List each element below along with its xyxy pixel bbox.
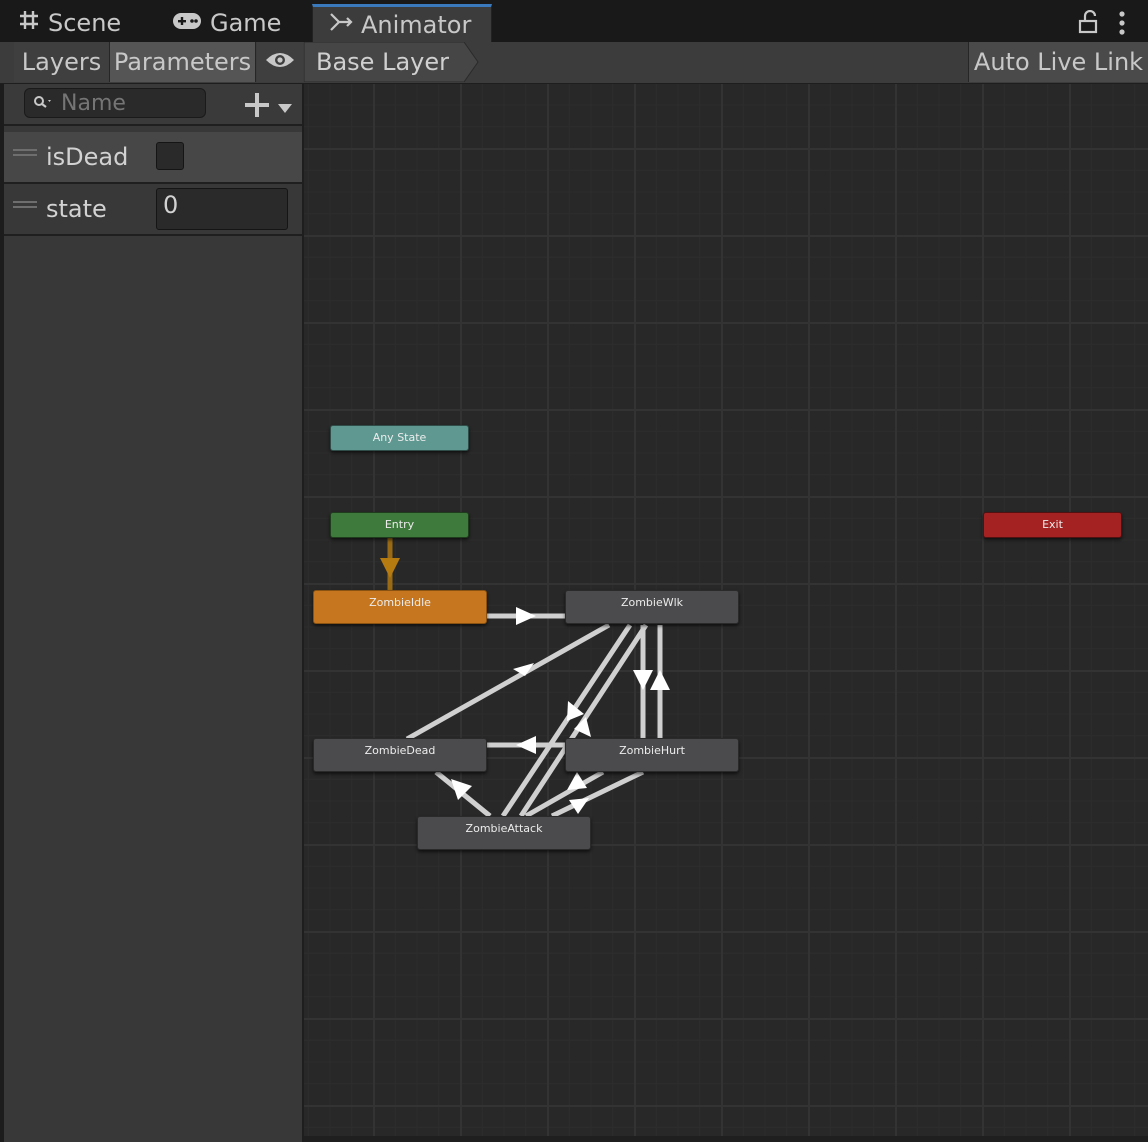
tab-animator[interactable]: Animator [312,4,492,42]
horizontal-scrollbar[interactable] [304,1136,1148,1142]
node-zombie-hurt[interactable]: ZombieHurt [565,738,739,772]
kebab-menu-icon[interactable] [1116,10,1128,40]
layers-button[interactable]: Layers [14,42,110,82]
plus-icon [244,92,270,122]
node-label: ZombieWlk [620,596,684,609]
node-label: Entry [384,518,415,531]
lock-icon[interactable] [1078,9,1100,38]
animator-icon [329,11,353,39]
gamepad-icon [172,9,202,37]
tab-game-label: Game [210,9,282,37]
isdead-checkbox[interactable] [156,142,184,170]
node-exit[interactable]: Exit [983,512,1122,538]
tab-scene-label: Scene [48,9,122,37]
node-label: Exit [1042,518,1063,531]
breadcrumb[interactable]: Base Layer [304,42,480,82]
breadcrumb-base-layer: Base Layer [316,48,449,76]
node-label: ZombieDead [364,744,436,757]
tab-animator-label: Animator [361,10,472,39]
node-zombie-idle[interactable]: ZombieIdle [313,590,487,624]
search-field[interactable] [24,88,206,118]
parameter-name: isDead [46,143,129,171]
chevron-down-icon [278,99,292,118]
auto-live-link-label: Auto Live Link [973,48,1144,76]
search-icon [33,95,53,115]
node-zombie-attack[interactable]: ZombieAttack [417,816,591,850]
eye-icon [265,48,295,76]
parameter-name: state [46,195,107,223]
layers-label: Layers [21,48,102,76]
auto-live-link-button[interactable]: Auto Live Link [968,42,1148,82]
drag-handle-icon[interactable] [13,201,37,208]
state-int-field[interactable]: 0 [156,188,288,230]
node-label: ZombieHurt [619,744,685,757]
tab-scene[interactable]: Scene [18,4,121,42]
node-any-state[interactable]: Any State [330,425,469,451]
tab-game[interactable]: Game [172,4,281,42]
node-entry[interactable]: Entry [330,512,469,538]
parameters-panel [4,84,304,1142]
parameters-label: Parameters [113,48,252,76]
panel-edge [0,84,4,1142]
drag-handle-icon[interactable] [13,149,37,156]
parameter-row-isdead[interactable]: isDead [4,132,302,184]
parameters-button[interactable]: Parameters [110,42,256,82]
node-label: Any State [372,431,427,444]
node-label: ZombieAttack [465,822,543,835]
search-input[interactable] [61,90,201,116]
node-label: ZombieIdle [369,596,431,609]
parameter-row-state[interactable]: state 0 [4,184,302,236]
node-zombie-dead[interactable]: ZombieDead [313,738,487,772]
grid-icon [18,9,40,37]
eye-toggle-button[interactable] [257,42,303,82]
node-zombie-walk[interactable]: ZombieWlk [565,590,739,624]
